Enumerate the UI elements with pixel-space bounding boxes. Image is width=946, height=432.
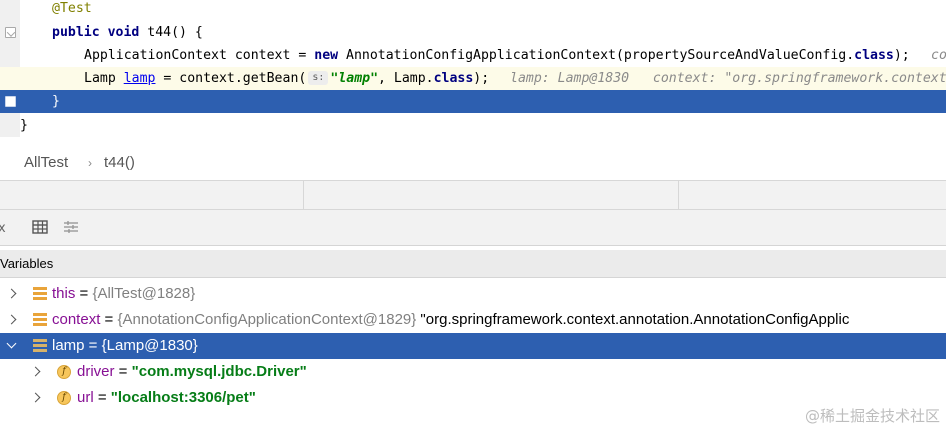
code-line-execution-point[interactable]: } — [0, 90, 946, 113]
getbean-call: = context.getBean( — [155, 71, 307, 86]
breadcrumb-method[interactable]: t44() — [104, 146, 135, 180]
keyword-public: public — [52, 25, 100, 40]
keyword-void: void — [107, 25, 140, 40]
variable-name: this — [52, 285, 76, 302]
variable-name: context — [52, 311, 101, 328]
watermark: @稀土掘金技术社区 — [804, 407, 940, 425]
variable-text: context = {AnnotationConfigApplicationCo… — [52, 307, 849, 333]
variable-name: lamp — [52, 337, 85, 354]
field-icon: f — [57, 365, 71, 379]
field-icon: f — [57, 391, 71, 405]
frames-panel[interactable] — [0, 180, 946, 211]
variables-title: Variables — [0, 256, 54, 271]
method-signature: t44() { — [139, 25, 203, 40]
fold-end-icon[interactable] — [5, 96, 16, 107]
svg-text:x: x — [0, 221, 6, 236]
panel-divider[interactable] — [303, 181, 304, 211]
variable-value: {AllTest@1828} — [92, 285, 196, 302]
breadcrumb: AllTest › t44() — [0, 146, 946, 180]
field-value: "localhost:3306/pet" — [110, 389, 256, 406]
parameter-hint: s: — [308, 71, 329, 85]
keyword-class: class — [854, 48, 894, 63]
lamp-type: Lamp — [84, 71, 124, 86]
code-line-method-declaration[interactable]: public void t44() { — [0, 21, 946, 44]
code-line-annotation[interactable]: @Test — [0, 0, 946, 20]
context-statement: ApplicationContext context = new Annotat… — [84, 44, 910, 67]
equals-sign: = — [84, 337, 102, 354]
lamp-variable-link[interactable]: lamp — [124, 71, 156, 86]
statement-end: ); — [473, 71, 490, 86]
panel-divider[interactable] — [678, 181, 679, 211]
constructor-call: AnnotationConfigApplicationContext(prope… — [338, 48, 855, 63]
method-declaration: public void t44() { — [52, 21, 203, 44]
object-icon — [33, 339, 47, 353]
code-line-context[interactable]: ApplicationContext context = new Annotat… — [0, 44, 946, 67]
keyword-class: class — [433, 71, 474, 86]
class-closing-brace: } — [20, 118, 28, 133]
lamp-class-ref: , Lamp. — [378, 71, 434, 86]
variable-value: {AnnotationConfigApplicationContext@1829… — [117, 311, 417, 328]
object-icon — [33, 287, 47, 301]
statement-end: ); — [893, 48, 910, 63]
field-value: "com.mysql.jdbc.Driver" — [131, 363, 307, 380]
bean-name-string: "lamp" — [330, 71, 379, 86]
breadcrumb-class[interactable]: AllTest — [24, 146, 68, 180]
annotation-text: @Test — [52, 1, 92, 16]
fold-icon[interactable] — [5, 27, 16, 38]
object-icon — [33, 313, 47, 327]
equals-sign: = — [114, 363, 132, 380]
breadcrumb-separator: › — [88, 156, 92, 170]
evaluate-icon[interactable]: x — [0, 218, 14, 236]
inline-debug-hint: co — [931, 48, 946, 63]
layout-settings-icon[interactable] — [62, 218, 80, 236]
expand-chevron-icon[interactable] — [30, 359, 42, 385]
expand-chevron-icon[interactable] — [6, 307, 18, 333]
equals-sign: = — [93, 389, 111, 406]
keyword-new: new — [314, 48, 339, 63]
table-view-icon[interactable] — [31, 218, 49, 236]
field-text: driver = "com.mysql.jdbc.Driver" — [77, 359, 307, 385]
code-editor[interactable]: @Test public void t44() { ApplicationCon… — [0, 0, 946, 137]
variables-header[interactable]: Variables — [0, 250, 946, 278]
variable-row-lamp[interactable]: lamp = {Lamp@1830} — [0, 333, 946, 359]
field-name: driver — [77, 363, 115, 380]
variable-value: {Lamp@1830} — [101, 337, 198, 354]
field-row-driver[interactable]: f driver = "com.mysql.jdbc.Driver" — [0, 359, 946, 385]
context-decl: ApplicationContext context = — [84, 48, 315, 63]
equals-sign: = — [75, 285, 93, 302]
equals-sign: = — [100, 311, 118, 328]
inline-debug-values: lamp: Lamp@1830 context: "org.springfram… — [510, 71, 946, 86]
expand-chevron-icon[interactable] — [30, 385, 42, 411]
collapse-chevron-icon[interactable] — [6, 333, 18, 359]
field-name: url — [77, 389, 94, 406]
variable-text: this = {AllTest@1828} — [52, 281, 195, 307]
getbean-statement: Lamp lamp = context.getBean(s: "lamp", La… — [84, 67, 489, 90]
code-line-getbean[interactable]: Lamp lamp = context.getBean(s: "lamp", La… — [0, 67, 946, 90]
field-text: url = "localhost:3306/pet" — [77, 385, 256, 411]
variable-tostring: "org.springframework.context.annotation.… — [416, 311, 850, 328]
debug-toolbar: x — [0, 210, 946, 246]
variable-row-context[interactable]: context = {AnnotationConfigApplicationCo… — [0, 307, 946, 333]
code-line-class-end[interactable]: } — [0, 114, 946, 137]
closing-brace: } — [52, 94, 60, 109]
variable-row-this[interactable]: this = {AllTest@1828} — [0, 281, 946, 307]
variable-text: lamp = {Lamp@1830} — [52, 333, 198, 359]
expand-chevron-icon[interactable] — [6, 281, 18, 307]
